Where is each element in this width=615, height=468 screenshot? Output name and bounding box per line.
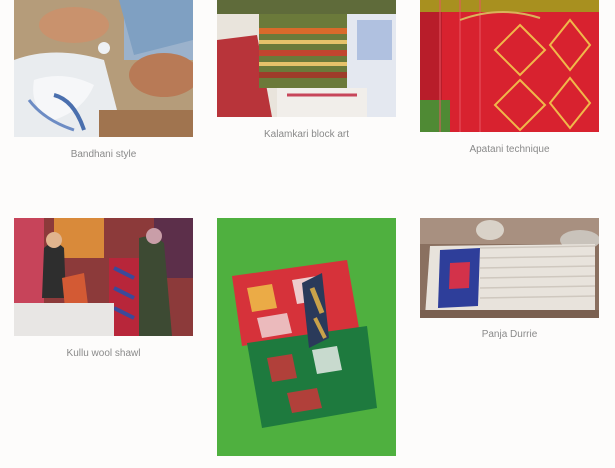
kalamkari-photo[interactable]	[217, 0, 396, 117]
apatani-photo[interactable]	[420, 0, 599, 132]
panja-durrie-photo[interactable]	[420, 218, 599, 318]
caption-kullu: Kullu wool shawl	[66, 348, 141, 359]
caption-apatani: Apatani technique	[469, 144, 550, 155]
caption-kalamkari: Kalamkari block art	[263, 129, 350, 140]
caption-panja-durrie: Panja Durrie	[481, 329, 538, 340]
kullu-photo[interactable]	[14, 218, 193, 336]
bandhani-photo[interactable]	[14, 0, 193, 137]
caption-bandhani: Bandhani style	[70, 149, 137, 160]
ikat-photo[interactable]	[217, 218, 396, 456]
